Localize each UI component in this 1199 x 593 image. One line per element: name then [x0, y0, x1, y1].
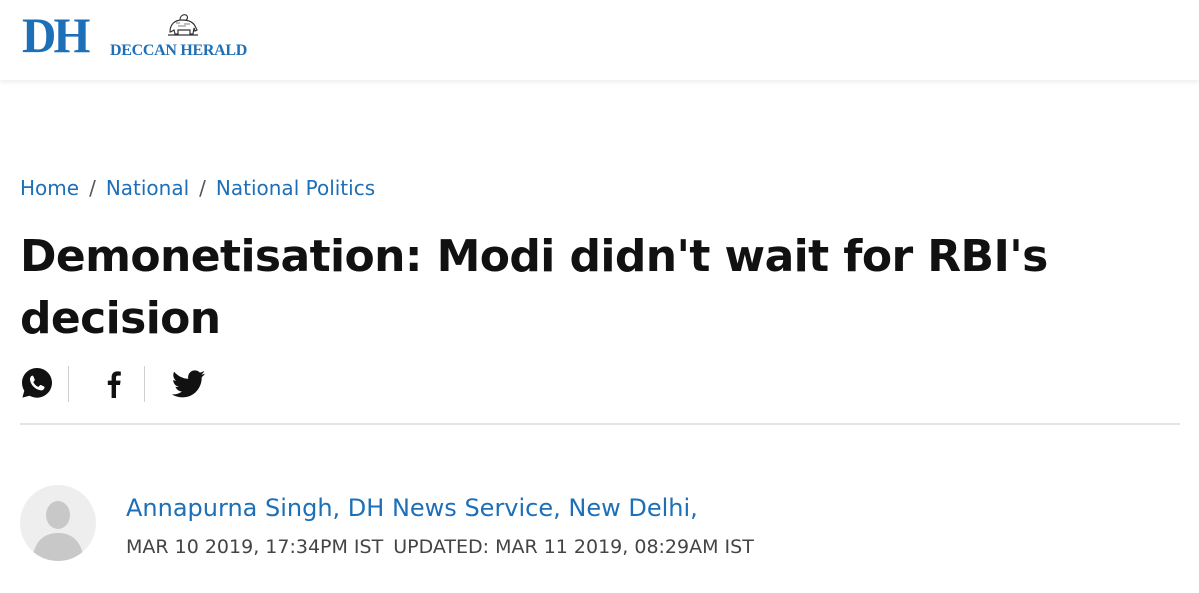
author-link[interactable]: Annapurna Singh, DH News Service, New De…: [126, 494, 698, 522]
elephant-emblem-icon: [168, 14, 198, 36]
logo-name: DECCAN HERALD: [110, 42, 247, 59]
divider: [20, 423, 1180, 425]
breadcrumb-home[interactable]: Home: [20, 176, 79, 200]
breadcrumb-national-politics[interactable]: National Politics: [216, 176, 375, 200]
logo-mark: DH: [22, 7, 90, 63]
twitter-share-button[interactable]: [170, 364, 206, 402]
article-dates: MAR 10 2019, 17:34PM IST UPDATED: MAR 11 …: [126, 533, 754, 561]
facebook-icon: [107, 371, 121, 398]
breadcrumb: Home / National / National Politics: [20, 172, 375, 204]
updated-date: UPDATED: MAR 11 2019, 08:29AM IST: [393, 536, 754, 558]
twitter-icon: [171, 370, 205, 398]
breadcrumb-national[interactable]: National: [106, 176, 189, 200]
author-byline: Annapurna Singh, DH News Service, New De…: [126, 488, 698, 528]
article-title: Demonetisation: Modi didn't wait for RBI…: [20, 231, 1048, 344]
breadcrumb-separator: /: [89, 176, 96, 200]
site-header: DH DECCAN HERALD: [0, 0, 1199, 80]
whatsapp-share-button[interactable]: [20, 364, 56, 402]
share-divider: [144, 366, 145, 402]
facebook-share-button[interactable]: [96, 364, 132, 402]
author-avatar: [20, 485, 96, 561]
whatsapp-icon: [22, 368, 52, 398]
published-date: MAR 10 2019, 17:34PM IST: [126, 536, 384, 558]
user-placeholder-icon: [32, 501, 84, 561]
share-divider: [68, 366, 69, 402]
breadcrumb-separator: /: [199, 176, 206, 200]
